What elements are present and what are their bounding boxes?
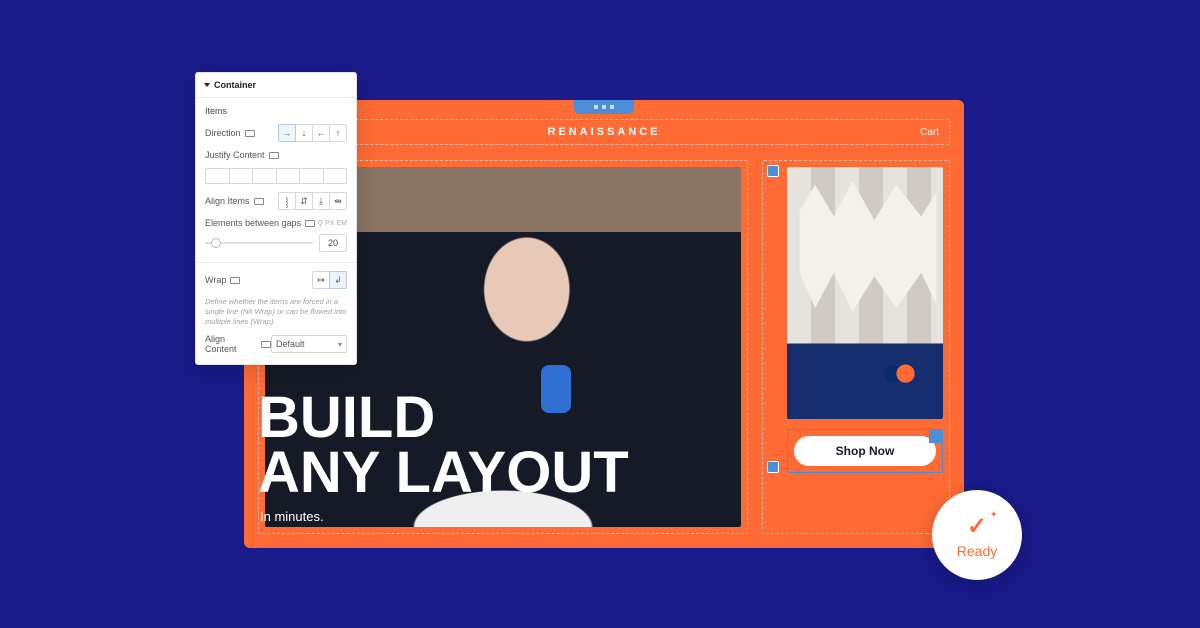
align-content-label: Align Content: [205, 334, 257, 354]
check-icon: ✓: [967, 512, 987, 541]
hero-subtitle: In minutes.: [260, 509, 324, 524]
align-content-value: Default: [276, 339, 305, 349]
responsive-icon[interactable]: [245, 130, 255, 137]
ready-badge: ✓ Ready: [932, 490, 1022, 580]
justify-around-button[interactable]: [299, 168, 324, 184]
align-center-button[interactable]: ⇵: [295, 192, 313, 210]
badge-label: Ready: [957, 543, 997, 559]
responsive-icon[interactable]: [305, 220, 315, 227]
responsive-icon[interactable]: [230, 277, 240, 284]
shop-now-button[interactable]: Shop Now: [794, 436, 936, 466]
direction-row-button[interactable]: →: [278, 124, 296, 142]
site-header[interactable]: RENAISSANCE Cart: [258, 119, 950, 145]
button-widget-selected[interactable]: Shop Now: [787, 429, 943, 473]
items-heading: Items: [205, 106, 347, 116]
justify-start-button[interactable]: [205, 168, 230, 184]
align-items-buttons: ⸾ ⇵ ⤓ ⇹: [278, 192, 347, 210]
edit-icon[interactable]: [929, 429, 943, 443]
responsive-icon[interactable]: [254, 198, 264, 205]
cart-link[interactable]: Cart: [920, 127, 939, 138]
panel-title: Container: [214, 80, 256, 90]
direction-column-button[interactable]: ↓: [295, 124, 313, 142]
direction-label: Direction: [205, 128, 241, 138]
link-icon[interactable]: ⚲: [317, 219, 323, 228]
direction-buttons: → ↓ ← ↑: [278, 124, 347, 142]
unit-px[interactable]: PX: [325, 220, 334, 227]
justify-center-button[interactable]: [229, 168, 254, 184]
gaps-label: Elements between gaps: [205, 218, 301, 228]
align-stretch-button[interactable]: ⇹: [329, 192, 347, 210]
headline-line-2: ANY LAYOUT: [258, 445, 629, 500]
unit-em[interactable]: EM: [337, 220, 348, 227]
justify-between-button[interactable]: [276, 168, 301, 184]
justify-evenly-button[interactable]: [323, 168, 348, 184]
wrap-buttons: ↦ ↲: [312, 271, 347, 289]
responsive-icon[interactable]: [269, 152, 279, 159]
gaps-slider[interactable]: [205, 242, 313, 244]
selection-handle-icon[interactable]: [767, 461, 779, 473]
selection-handle-icon[interactable]: [767, 165, 779, 177]
align-content-select[interactable]: Default: [271, 335, 347, 353]
product-image[interactable]: [787, 167, 943, 419]
align-end-button[interactable]: ⤓: [312, 192, 330, 210]
headline-line-1: BUILD: [258, 390, 629, 445]
canvas-drag-handle[interactable]: [574, 100, 634, 114]
align-start-button[interactable]: ⸾: [278, 192, 296, 210]
wrap-button[interactable]: ↲: [329, 271, 347, 289]
align-items-label: Align Items: [205, 196, 250, 206]
justify-end-button[interactable]: [252, 168, 277, 184]
gaps-input[interactable]: [319, 234, 347, 252]
caret-down-icon: [204, 83, 210, 87]
slider-handle-icon[interactable]: [211, 238, 221, 248]
product-column[interactable]: Shop Now: [762, 160, 950, 534]
justify-content-buttons: [205, 168, 347, 184]
direction-row-reverse-button[interactable]: ←: [312, 124, 330, 142]
panel-section-toggle[interactable]: Container: [196, 73, 356, 98]
justify-content-label: Justify Content: [205, 150, 265, 160]
hero-headline: BUILD ANY LAYOUT: [258, 390, 629, 500]
no-wrap-button[interactable]: ↦: [312, 271, 330, 289]
site-brand: RENAISSANCE: [547, 126, 660, 138]
direction-column-reverse-button[interactable]: ↑: [329, 124, 347, 142]
wrap-hint: Define whether the items are forced in a…: [205, 297, 347, 326]
properties-panel: Container Items Direction → ↓ ← ↑ Justif…: [195, 72, 357, 365]
divider: [196, 262, 356, 263]
wrap-label: Wrap: [205, 275, 226, 285]
responsive-icon[interactable]: [261, 341, 271, 348]
